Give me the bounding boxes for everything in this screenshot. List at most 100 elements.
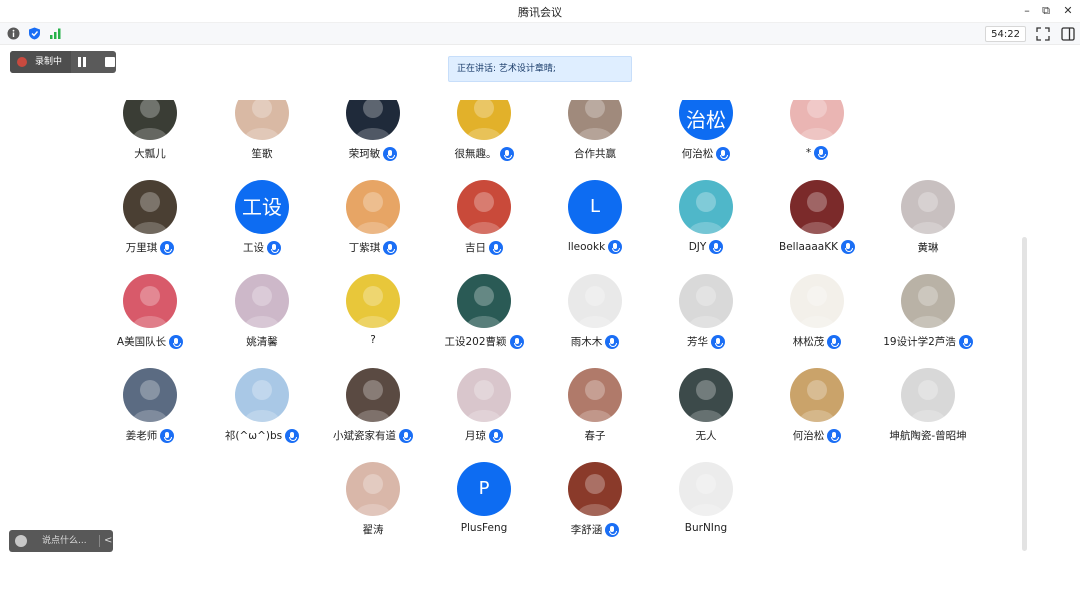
participant-name-row: 翟涛 [318, 522, 428, 538]
participant-name-row: 祁(^ω^)bs [207, 428, 317, 444]
participant-name-row: 大瓢儿 [95, 146, 205, 162]
avatar-initials: 工设 [242, 195, 282, 219]
participant-tile[interactable]: 翟涛 [318, 0, 428, 536]
avatar-photo-icon [577, 474, 613, 516]
avatar-photo-icon [244, 286, 280, 328]
chat-input-bar[interactable]: 说点什么... < [9, 530, 113, 552]
participant-avatar [346, 100, 400, 140]
avatar-initials: 治松 [686, 108, 726, 132]
participant-tile[interactable]: 坤航陶瓷-曾昭坤 [873, 0, 983, 442]
participant-name: 荣珂敏 [348, 148, 381, 160]
participant-avatar [568, 368, 622, 422]
participant-name-row: 工设 [207, 240, 317, 256]
participant-avatar [457, 274, 511, 328]
participant-name: 林松茂 [792, 336, 825, 348]
avatar-photo-icon [132, 380, 168, 422]
participant-avatar [790, 100, 844, 140]
chat-placeholder[interactable]: 说点什么... [42, 530, 87, 552]
participant-name: 工设202曹颖 [444, 336, 507, 348]
chat-collapse-button[interactable]: < [104, 530, 112, 552]
participant-avatar: 治松 [679, 100, 733, 140]
participant-tile[interactable]: 李舒涵 [540, 0, 650, 537]
participant-tile[interactable]: BurNIng [651, 0, 761, 534]
participant-avatar [346, 274, 400, 328]
participant-grid: 大瓢儿 笙歌 荣珂敏 很無趣。 合作共赢 治松 何治松 * 万里琪 工设 工设 丁紫琪 吉日 Llleoo… [0, 0, 1080, 604]
avatar-photo-icon [355, 286, 391, 328]
participant-name: 笙歌 [251, 148, 273, 160]
participant-avatar [790, 368, 844, 422]
participant-name-row: 黄琳 [873, 240, 983, 256]
participant-name-row [873, 146, 983, 162]
participant-name: 李舒涵 [570, 524, 603, 536]
avatar-photo-icon [799, 100, 835, 140]
participant-name: * [805, 147, 812, 159]
microphone-icon [716, 146, 731, 161]
participant-name-row: DJY [651, 240, 761, 256]
microphone-icon [383, 146, 398, 161]
participant-avatar [235, 100, 289, 140]
participant-name: 大瓢儿 [134, 148, 166, 160]
grid-scrollbar[interactable] [1022, 237, 1027, 551]
participant-name-row: ? [318, 334, 428, 350]
participant-name-row: BurNIng [651, 522, 761, 538]
microphone-icon [499, 146, 514, 161]
participant-name-row: PlusFeng [429, 522, 539, 538]
participant-name-row: 丁紫琪 [318, 240, 428, 256]
participant-name: 合作共赢 [574, 148, 616, 160]
participant-name-row: * [762, 146, 872, 162]
participant-name-row: 很無趣。 [429, 146, 539, 162]
microphone-icon [605, 334, 620, 349]
avatar-photo-icon [910, 380, 946, 422]
participant-avatar [568, 274, 622, 328]
participant-name: 万里琪 [125, 242, 158, 254]
participant-avatar [901, 180, 955, 234]
participant-tile[interactable]: 何治松 [762, 0, 872, 443]
microphone-icon [958, 334, 973, 349]
participant-name: A美国队长 [116, 336, 167, 348]
participant-name: BurNIng [684, 522, 728, 534]
participant-name: 月琼 [465, 430, 486, 442]
participant-avatar [235, 368, 289, 422]
participant-tile[interactable]: 祁(^ω^)bs [207, 0, 317, 443]
participant-tile[interactable]: P PlusFeng [429, 0, 539, 534]
participant-name-row: 笙歌 [207, 146, 317, 162]
avatar-photo-icon [577, 100, 613, 140]
participant-name-row: 万里琪 [95, 240, 205, 256]
avatar-photo-icon [244, 380, 280, 422]
participant-name: 工设 [243, 242, 264, 254]
emoji-icon[interactable] [15, 535, 27, 547]
participant-avatar [457, 180, 511, 234]
participant-avatar [457, 368, 511, 422]
participant-name: 吉日 [465, 242, 486, 254]
participant-avatar [901, 100, 955, 140]
participant-avatar [123, 274, 177, 328]
avatar-photo-icon [132, 100, 168, 140]
participant-tile[interactable]: 姜老师 [95, 0, 205, 443]
participant-name-row: 月琼 [429, 428, 539, 444]
participant-avatar [235, 274, 289, 328]
participant-name-row: 19设计学2芦浩 [873, 334, 983, 350]
participant-name-row: 工设202曹颖 [429, 334, 539, 350]
participant-name: 姚清馨 [246, 336, 278, 348]
participant-avatar [123, 100, 177, 140]
avatar-photo-icon [799, 286, 835, 328]
participant-name-row: BellaaaaKK [762, 240, 872, 256]
microphone-icon [489, 428, 503, 443]
participant-name-row: 小斌瓷家有道 [318, 428, 428, 444]
participant-name: PlusFeng [460, 522, 508, 534]
participant-name-row: 坤航陶瓷-曾昭坤 [873, 428, 983, 444]
participant-name-row: 何治松 [651, 146, 761, 162]
participant-name: 无人 [695, 430, 717, 442]
avatar-photo-icon [910, 192, 946, 234]
microphone-icon [399, 428, 413, 443]
participant-avatar [679, 462, 733, 516]
microphone-icon [489, 240, 503, 255]
microphone-icon [608, 240, 623, 254]
participant-avatar: L [568, 180, 622, 234]
participant-avatar [901, 368, 955, 422]
microphone-icon [827, 428, 842, 443]
participant-name: 姜老师 [125, 430, 158, 442]
microphone-icon [267, 240, 281, 255]
participant-name: 丁紫琪 [348, 242, 381, 254]
avatar-photo-icon [244, 100, 280, 140]
